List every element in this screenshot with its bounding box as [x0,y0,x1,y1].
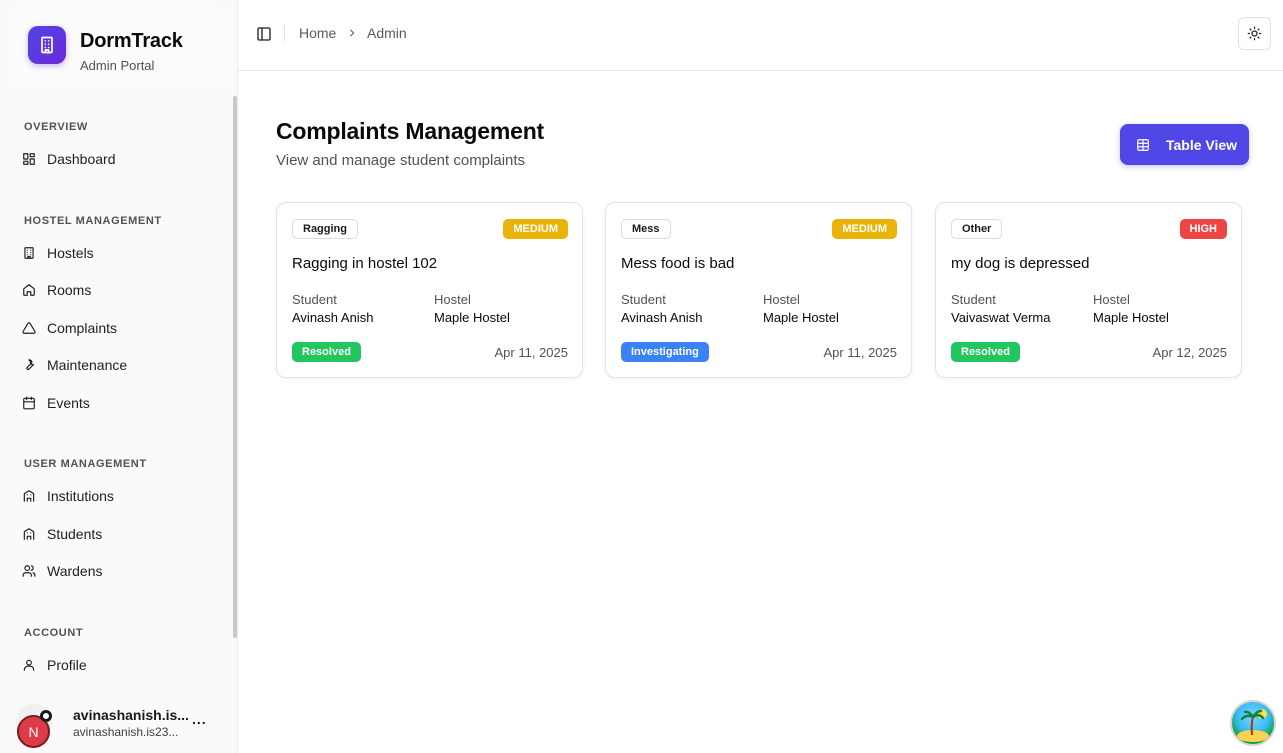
complaint-date: Apr 12, 2025 [1152,345,1227,360]
hostel-name: Maple Hostel [763,310,839,325]
sidebar-item-students[interactable]: Students [14,519,224,549]
student-name: Avinash Anish [621,310,703,325]
student-name: Avinash Anish [292,310,374,325]
user-name: avinashanish.is... [73,707,188,723]
category-tag: Ragging [292,219,358,239]
hostel-label: Hostel [434,292,471,307]
sidebar-item-institutions[interactable]: Institutions [14,481,224,511]
theme-toggle-button[interactable] [1238,17,1271,50]
hostel-name: Maple Hostel [1093,310,1169,325]
complaint-card[interactable]: Other HIGH my dog is depressed Student H… [935,202,1242,378]
brand-header[interactable]: DormTrack Admin Portal [8,6,230,86]
school-icon [23,490,35,502]
breadcrumb-home[interactable]: Home [299,25,336,41]
brand-name: DormTrack [80,30,183,52]
category-tag: Other [951,219,1003,239]
sun-icon [1247,26,1262,41]
header-divider [284,25,285,41]
brand-subtitle: Admin Portal [80,58,155,73]
floating-app-button[interactable] [1230,700,1276,746]
sidebar-item-wardens[interactable]: Wardens [14,556,224,586]
sidebar-item-label: Students [47,526,103,542]
section-label-user-management: USER MANAGEMENT [24,458,147,470]
sidebar-toggle-button[interactable] [256,26,272,42]
complaint-title: Ragging in hostel 102 [292,255,438,272]
hostel-label: Hostel [763,292,800,307]
complaint-card[interactable]: Mess MEDIUM Mess food is bad Student Hos… [605,202,912,378]
top-header: Home Admin [238,0,1283,71]
status-badge: Investigating [621,342,709,362]
sidebar-item-label: Institutions [47,488,114,504]
sidebar-item-label: Dashboard [47,151,116,167]
status-badge: Resolved [292,342,361,362]
sidebar-item-dashboard[interactable]: Dashboard [14,144,224,174]
complaint-title: my dog is depressed [951,255,1090,272]
sidebar: DormTrack Admin Portal OVERVIEW Dashboar… [0,0,238,753]
users-icon [22,565,36,577]
student-label: Student [621,292,666,307]
sidebar-item-profile[interactable]: Profile [14,650,224,680]
table-view-label: Table View [1166,136,1238,153]
complaint-card[interactable]: Ragging MEDIUM Ragging in hostel 102 Stu… [276,202,583,378]
section-label-hostel-management: HOSTEL MANAGEMENT [24,215,162,227]
wrench-icon [26,359,35,371]
breadcrumb-admin: Admin [367,25,407,41]
user-account-menu[interactable]: N avinashanish.is... avinashanish.is23..… [8,697,230,748]
more-options-button[interactable]: ... [192,711,207,727]
category-tag: Mess [621,219,671,239]
page-subtitle: View and manage student complaints [276,152,526,169]
building-logo-icon [28,26,66,64]
sidebar-item-maintenance[interactable]: Maintenance [14,350,224,380]
status-indicator-icon [40,710,52,722]
sidebar-scrollbar[interactable] [233,96,237,638]
priority-badge: MEDIUM [503,219,568,239]
sidebar-item-rooms[interactable]: Rooms [14,275,224,305]
user-email: avinashanish.is23... [73,725,179,739]
home-icon [23,284,35,296]
complaint-title: Mess food is bad [621,255,735,272]
page-title: Complaints Management [276,118,545,144]
priority-badge: HIGH [1179,219,1227,239]
hostel-name: Maple Hostel [434,310,510,325]
section-label-account: ACCOUNT [24,627,84,639]
chevron-right-icon [350,29,355,37]
student-label: Student [292,292,337,307]
sidebar-item-label: Profile [47,657,87,673]
student-label: Student [951,292,996,307]
hostel-label: Hostel [1093,292,1130,307]
table-icon [1137,138,1149,151]
building-icon [24,247,34,259]
status-badge: Resolved [951,342,1020,362]
sidebar-item-events[interactable]: Events [14,388,224,418]
sidebar-item-complaints[interactable]: Complaints [14,313,224,343]
sidebar-item-label: Events [47,395,90,411]
student-name: Vaivaswat Verma [951,310,1051,325]
priority-badge: MEDIUM [832,219,897,239]
section-label-overview: OVERVIEW [24,121,88,133]
sidebar-item-label: Rooms [47,282,92,298]
panel-left-icon [257,27,271,41]
school-icon [23,528,35,540]
island-icon [1237,709,1269,742]
sidebar-item-label: Maintenance [47,357,128,373]
sidebar-item-label: Wardens [47,563,103,579]
complaint-date: Apr 11, 2025 [494,345,568,360]
user-icon [23,659,35,671]
table-view-button[interactable]: Table View [1120,124,1249,165]
dashboard-icon [23,153,35,165]
calendar-icon [23,396,35,410]
complaint-date: Apr 11, 2025 [823,345,897,360]
sidebar-item-hostels[interactable]: Hostels [14,238,224,268]
sidebar-item-label: Hostels [47,245,94,261]
alert-triangle-icon [22,322,36,334]
sidebar-item-label: Complaints [47,320,118,336]
